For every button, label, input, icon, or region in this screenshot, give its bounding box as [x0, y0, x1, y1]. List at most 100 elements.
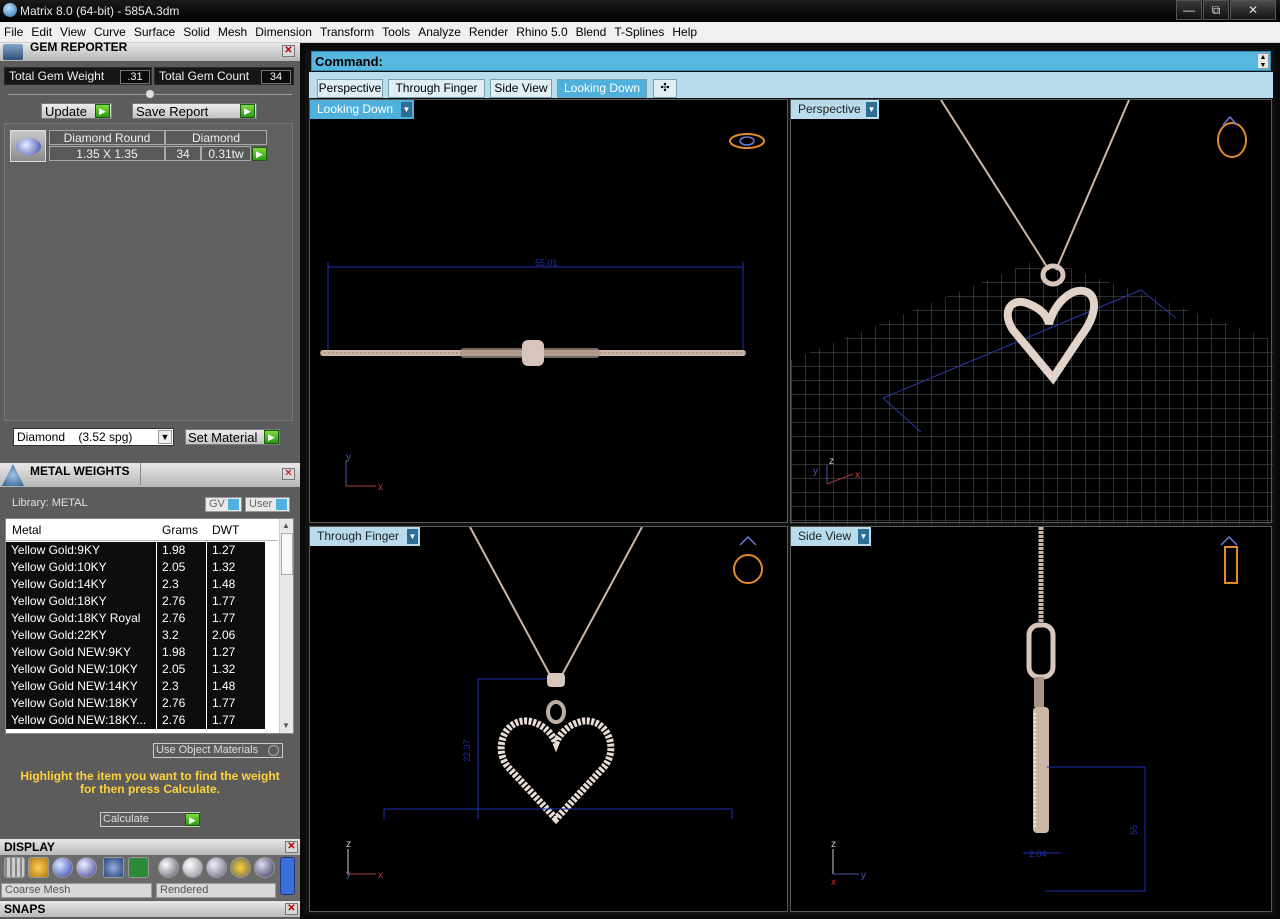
table-row[interactable]: Yellow Gold:18KY Royal 2.76 1.77: [6, 610, 278, 627]
scroll-up-icon[interactable]: ▲: [282, 521, 292, 530]
environment-icon[interactable]: [182, 857, 203, 878]
menu-file[interactable]: File: [0, 22, 27, 39]
table-row[interactable]: Yellow Gold:9KY 1.98 1.27: [6, 542, 278, 559]
chevron-down-icon[interactable]: ▼: [866, 102, 877, 117]
table-row[interactable]: Yellow Gold NEW:9KY 1.98 1.27: [6, 644, 278, 661]
command-bar[interactable]: Command: ▲ ▼: [311, 51, 1271, 71]
column-metal[interactable]: Metal: [12, 523, 41, 537]
cell-dwt: 1.77: [207, 593, 265, 610]
table-row[interactable]: Yellow Gold NEW:18KY 2.76 1.77: [6, 695, 278, 712]
chevron-down-icon[interactable]: ▼: [158, 430, 172, 444]
add-tab-icon[interactable]: ✣: [653, 79, 677, 98]
gem-reporter-header: GEM REPORTER ✕: [0, 40, 300, 61]
material-select[interactable]: Diamond (3.52 spg) ▼: [13, 428, 174, 446]
mesh-select-value: Coarse Mesh: [5, 884, 71, 896]
layout-icon[interactable]: [128, 857, 149, 878]
set-material-button[interactable]: Set Material ▶: [185, 429, 280, 445]
gem-reporter-title: GEM REPORTER: [30, 40, 128, 54]
gold-icon[interactable]: [28, 857, 49, 878]
menu-edit[interactable]: Edit: [27, 22, 56, 39]
maximize-button[interactable]: ⧉: [1203, 0, 1229, 20]
viewport-label[interactable]: Perspective ▼: [791, 100, 879, 119]
minimize-button[interactable]: —: [1176, 0, 1202, 20]
viewport-side-view[interactable]: 2.04 55 z x y Side View ▼: [790, 526, 1272, 912]
sphere-shaded-icon[interactable]: [76, 857, 97, 878]
divider: [140, 463, 141, 485]
menu-transform[interactable]: Transform: [316, 22, 378, 39]
bail-loop: [546, 700, 566, 724]
menu-mesh[interactable]: Mesh: [214, 22, 251, 39]
window-title: Matrix 8.0 (64-bit) - 585A.3dm: [20, 4, 180, 18]
column-grams[interactable]: Grams: [162, 523, 198, 537]
update-button[interactable]: Update ▶: [41, 103, 112, 119]
tab-perspective[interactable]: Perspective: [317, 79, 383, 98]
command-scroll-icon[interactable]: ▲ ▼: [1257, 53, 1269, 69]
user-toggle[interactable]: User: [245, 497, 290, 512]
menu-tsplines[interactable]: T-Splines: [610, 22, 668, 39]
cell-metal: Yellow Gold NEW:14KY: [6, 678, 156, 695]
menu-blend[interactable]: Blend: [572, 22, 611, 39]
cell-metal: Yellow Gold:22KY: [6, 627, 156, 644]
close-metal-weights-icon[interactable]: ✕: [282, 468, 295, 480]
scroll-down-icon[interactable]: ▼: [282, 721, 292, 730]
table-row[interactable]: Yellow Gold NEW:18KY... 2.76 1.77: [6, 712, 278, 729]
library-label: Library: METAL: [12, 497, 88, 509]
menu-surface[interactable]: Surface: [130, 22, 179, 39]
table-row[interactable]: Yellow Gold NEW:14KY 2.3 1.48: [6, 678, 278, 695]
menu-help[interactable]: Help: [668, 22, 701, 39]
menu-tools[interactable]: Tools: [378, 22, 414, 39]
tab-through-finger[interactable]: Through Finger: [388, 79, 485, 98]
menu-analyze[interactable]: Analyze: [414, 22, 465, 39]
material-ball-icon[interactable]: [158, 857, 179, 878]
reflection-icon[interactable]: [206, 857, 227, 878]
mesh-select[interactable]: Coarse Mesh: [1, 883, 152, 898]
cell-grams: 2.3: [157, 678, 206, 695]
menu-solid[interactable]: Solid: [179, 22, 214, 39]
menu-dimension[interactable]: Dimension: [251, 22, 316, 39]
save-report-button[interactable]: Save Report ▶: [132, 103, 257, 119]
viewport-looking-down[interactable]: Looking Down ▼ 55.01 yx: [309, 99, 788, 523]
scroll-thumb[interactable]: [281, 533, 293, 575]
play-icon: ▶: [264, 430, 279, 444]
table-row[interactable]: Yellow Gold:10KY 2.05 1.32: [6, 559, 278, 576]
chevron-down-icon[interactable]: ▼: [858, 529, 869, 544]
viewport-label[interactable]: Side View ▼: [791, 527, 871, 546]
menu-rhino[interactable]: Rhino 5.0: [512, 22, 571, 39]
render-icon[interactable]: [103, 857, 124, 878]
gem-thumbnail[interactable]: [10, 130, 46, 162]
light-icon[interactable]: [230, 857, 251, 878]
metal-table: Metal Grams DWT Yellow Gold:9KY 1.98 1.27 Y…: [5, 518, 294, 734]
menu-render[interactable]: Render: [465, 22, 512, 39]
column-dwt[interactable]: DWT: [212, 523, 239, 537]
menu-curve[interactable]: Curve: [90, 22, 130, 39]
tab-side-view[interactable]: Side View: [490, 79, 552, 98]
table-row[interactable]: Yellow Gold NEW:10KY 2.05 1.32: [6, 661, 278, 678]
calculate-button[interactable]: Calculate ▶: [100, 812, 200, 827]
table-row[interactable]: Yellow Gold:22KY 3.2 2.06: [6, 627, 278, 644]
sphere-dark-icon[interactable]: [254, 857, 275, 878]
metal-table-scrollbar[interactable]: ▲ ▼: [279, 519, 293, 733]
close-gem-reporter-icon[interactable]: ✕: [282, 45, 295, 57]
wireframe-icon[interactable]: [4, 857, 25, 878]
gv-toggle[interactable]: GV: [205, 497, 242, 512]
close-snaps-icon[interactable]: ✕: [285, 903, 298, 915]
gem-detail-button[interactable]: ▶: [252, 147, 267, 161]
viewport-through-finger[interactable]: 22.37 z y x Through Finger ▼: [309, 526, 788, 912]
render-select[interactable]: Rendered: [156, 883, 276, 898]
svg-text:y: y: [861, 870, 866, 881]
use-object-materials-toggle[interactable]: Use Object Materials: [153, 743, 283, 758]
viewport-label[interactable]: Through Finger ▼: [310, 527, 420, 546]
sphere-blue-icon[interactable]: [52, 857, 73, 878]
close-button[interactable]: ✕: [1230, 0, 1276, 20]
close-display-icon[interactable]: ✕: [285, 841, 298, 853]
table-row[interactable]: Yellow Gold:18KY 2.76 1.77: [6, 593, 278, 610]
panel-toggle-icon[interactable]: [280, 857, 295, 895]
chevron-down-icon[interactable]: ▼: [407, 529, 418, 544]
tab-looking-down[interactable]: Looking Down: [557, 79, 647, 98]
cell-dwt: 1.27: [207, 644, 265, 661]
table-row[interactable]: Yellow Gold:14KY 2.3 1.48: [6, 576, 278, 593]
cell-grams: 2.76: [157, 610, 206, 627]
splitter-handle[interactable]: [145, 89, 155, 99]
viewport-perspective[interactable]: yz x Perspective ▼: [790, 99, 1273, 524]
menu-view[interactable]: View: [56, 22, 90, 39]
